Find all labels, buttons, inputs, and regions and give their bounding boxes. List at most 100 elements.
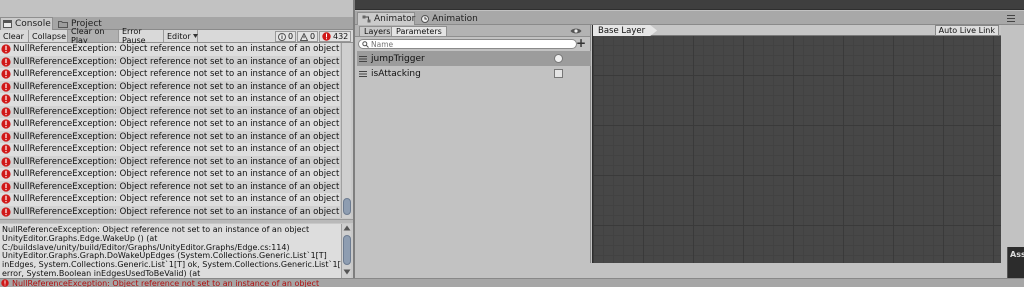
console-splitter[interactable] (0, 219, 353, 223)
log-entry-row[interactable]: NullReferenceException: Object reference… (0, 193, 340, 206)
log-entry-text: NullReferenceException: Object reference… (13, 81, 340, 92)
graph-right-gutter (1001, 25, 1010, 263)
animator-graph-canvas[interactable]: Base Layer Auto Live Link (592, 25, 1001, 263)
error-icon (1, 207, 11, 217)
parameter-row-isattacking[interactable]: isAttacking (357, 66, 591, 81)
editor-dropdown[interactable]: Editor (164, 30, 198, 42)
graph-header-bar: Base Layer Auto Live Link (593, 25, 1001, 36)
log-entry-row[interactable]: NullReferenceException: Object reference… (0, 180, 340, 193)
eye-icon[interactable] (570, 27, 582, 35)
animator-icon (362, 15, 371, 23)
dropdown-arrow-icon (192, 34, 198, 38)
parameters-panel: Layers Parameters + jumpTrigger isAttack (355, 25, 591, 263)
collapse-button[interactable]: Collapse (29, 30, 68, 42)
console-tab-strip: Console Project (0, 17, 353, 30)
log-entry-text: NullReferenceException: Object reference… (13, 206, 340, 217)
status-error-icon (1, 279, 9, 287)
search-input[interactable] (371, 40, 561, 48)
log-entry-row[interactable]: NullReferenceException: Object reference… (0, 93, 340, 106)
log-entry-row[interactable]: NullReferenceException: Object reference… (0, 43, 340, 56)
log-entry-text: NullReferenceException: Object reference… (13, 144, 340, 155)
log-entry-row[interactable]: NullReferenceException: Object reference… (0, 55, 340, 68)
console-icon (3, 20, 12, 28)
error-icon (1, 169, 11, 179)
error-icon (1, 144, 11, 154)
clear-button[interactable]: Clear (0, 30, 29, 42)
tab-parameters[interactable]: Parameters (391, 26, 447, 37)
scroll-down-icon[interactable] (343, 269, 351, 277)
log-entry-text: NullReferenceException: Object reference… (13, 156, 340, 167)
tab-console[interactable]: Console (0, 17, 53, 30)
log-entry-row[interactable]: NullReferenceException: Object reference… (0, 130, 340, 143)
parameter-search-field[interactable] (358, 39, 577, 49)
parameter-row-jumptrigger[interactable]: jumpTrigger (357, 51, 591, 66)
error-icon (322, 32, 331, 41)
info-icon (278, 32, 286, 41)
log-list-scrollbar[interactable] (341, 43, 351, 218)
drag-handle-icon[interactable] (359, 55, 367, 62)
animator-tab-strip: Animator Animation (355, 11, 1024, 25)
log-entry-row[interactable]: NullReferenceException: Object reference… (0, 105, 340, 118)
warning-icon (300, 32, 308, 41)
log-entry-text: NullReferenceException: Object reference… (13, 181, 340, 192)
log-count-toggle[interactable]: 0 (275, 31, 297, 42)
log-entry-text: NullReferenceException: Object reference… (13, 194, 340, 205)
tab-layers[interactable]: Layers (359, 26, 396, 37)
log-entry-row[interactable]: NullReferenceException: Object reference… (0, 118, 340, 131)
console-toolbar: Clear Collapse Clear on Play Error Pause… (0, 27, 353, 45)
animator-window: Animator Animation Layers Parameters + (355, 10, 1024, 278)
trigger-radio[interactable] (554, 54, 563, 63)
log-entry-row[interactable]: NullReferenceException: Object reference… (0, 68, 340, 81)
log-entry-text: NullReferenceException: Object reference… (13, 69, 340, 80)
search-icon (362, 40, 369, 48)
layers-parameters-tabs: Layers Parameters (355, 25, 590, 37)
stack-trace-line: error, System.Boolean inEdgesUsedToBeVal… (2, 268, 201, 278)
tab-animator[interactable]: Animator (357, 12, 415, 25)
error-icon (1, 94, 11, 104)
error-icon (1, 157, 11, 167)
error-icon (1, 107, 11, 117)
detail-scrollbar[interactable] (341, 224, 351, 278)
log-entry-row[interactable]: NullReferenceException: Object reference… (0, 80, 340, 93)
add-parameter-button[interactable]: + (576, 37, 586, 49)
clear-on-play-button[interactable]: Clear on Play (68, 27, 119, 45)
auto-live-link-toggle[interactable]: Auto Live Link (934, 25, 999, 36)
error-icon (1, 182, 11, 192)
detail-scroll-thumb[interactable] (343, 235, 351, 265)
error-pause-button[interactable]: Error Pause (119, 27, 164, 45)
error-icon (1, 82, 11, 92)
animation-clock-icon (421, 14, 429, 23)
log-entry-text: NullReferenceException: Object reference… (13, 119, 340, 130)
error-icon (1, 57, 11, 67)
inspector-tab-stub[interactable]: Ass (1007, 247, 1024, 278)
log-entry-text: NullReferenceException: Object reference… (13, 131, 340, 142)
log-entry-text: NullReferenceException: Object reference… (13, 44, 340, 55)
log-list-scroll-thumb[interactable] (343, 198, 351, 215)
log-entry-text: NullReferenceException: Object reference… (13, 169, 340, 180)
error-icon (1, 69, 11, 79)
console-log-list[interactable]: NullReferenceException: Object reference… (0, 43, 340, 218)
breadcrumb[interactable]: Base Layer (593, 25, 657, 36)
log-entry-text: NullReferenceException: Object reference… (13, 94, 340, 105)
status-message: NullReferenceException: Object reference… (12, 278, 320, 287)
log-entry-row[interactable]: NullReferenceException: Object reference… (0, 168, 340, 181)
drag-handle-icon[interactable] (359, 70, 367, 77)
console-panel: Console Project Clear Collapse Clear on … (0, 17, 353, 278)
status-bar[interactable]: NullReferenceException: Object reference… (0, 278, 1024, 287)
error-icon (1, 44, 11, 54)
log-entry-text: NullReferenceException: Object reference… (13, 56, 340, 67)
warning-count-toggle[interactable]: 0 (297, 31, 319, 42)
window-menu-icon[interactable] (1006, 14, 1016, 24)
error-icon (1, 194, 11, 204)
error-count-toggle[interactable]: 432 (319, 31, 352, 42)
log-entry-text: NullReferenceException: Object reference… (13, 106, 340, 117)
tab-animation[interactable]: Animation (417, 12, 478, 25)
log-entry-row[interactable]: NullReferenceException: Object reference… (0, 143, 340, 156)
scene-view-edge (355, 0, 1024, 10)
log-entry-row[interactable]: NullReferenceException: Object reference… (0, 205, 340, 218)
scroll-up-icon[interactable] (343, 225, 351, 233)
bool-checkbox[interactable] (554, 69, 563, 78)
folder-icon (58, 20, 68, 28)
stack-trace-detail: NullReferenceException: Object reference… (0, 224, 341, 278)
log-entry-row[interactable]: NullReferenceException: Object reference… (0, 155, 340, 168)
